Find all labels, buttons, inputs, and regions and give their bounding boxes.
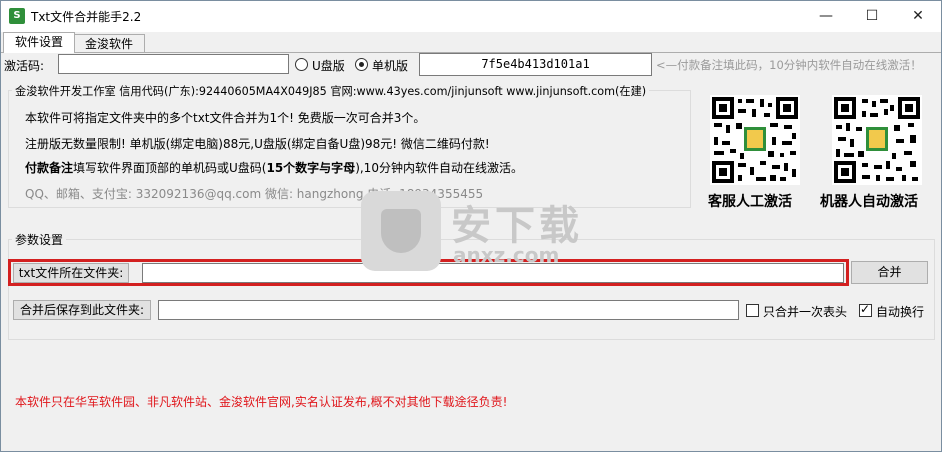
machine-radio-label: 单机版 <box>372 59 409 73</box>
window-title: Txt文件合并能手2.2 <box>31 10 142 24</box>
tab-strip: 软件设置 金浚软件 <box>1 32 941 53</box>
machine-radio[interactable] <box>355 58 368 71</box>
tab-software-settings[interactable]: 软件设置 <box>3 32 75 53</box>
merge-button[interactable]: 合并 <box>851 261 928 284</box>
distribution-notice: 本软件只在华军软件园、非凡软件站、金浚软件官网,实名认证发布,概不对其他下载途径… <box>15 395 508 409</box>
save-folder-button[interactable]: 合并后保存到此文件夹: <box>13 300 151 320</box>
studio-info-title: 金浚软件开发工作室 信用代码(广东):92440605MA4X049J85 官网… <box>12 83 650 99</box>
minimize-button[interactable]: — <box>803 1 849 32</box>
robot-activation-caption: 机器人自动激活 <box>820 194 918 210</box>
merge-header-once-checkbox[interactable] <box>746 304 759 317</box>
app-logo-icon: S <box>9 8 25 24</box>
params-group-title: 参数设置 <box>12 231 67 248</box>
info-line-1: 本软件可将指定文件夹中的多个txt文件合并为1个! 免费版一次可合并3个。 <box>25 111 426 125</box>
settings-panel: 激活码: U盘版 单机版 7f5e4b413d101a1 <—付款备注填此码，1… <box>1 52 941 451</box>
info-line-3-text: 填写软件界面顶部的单机码或U盘码( <box>73 161 267 175</box>
activation-code-input[interactable] <box>58 54 289 74</box>
close-button[interactable]: ✕ <box>895 1 941 32</box>
app-window: S Txt文件合并能手2.2 — ☐ ✕ 软件设置 金浚软件 激活码: U盘版 … <box>0 0 942 452</box>
auto-wrap-checkbox[interactable] <box>859 302 872 317</box>
info-line-3: 付款备注填写软件界面顶部的单机码或U盘码(15个数字与字母),10分钟内软件自动… <box>25 159 523 176</box>
activation-hint: <—付款备注填此码，10分钟内软件自动在线激活！ <box>656 58 922 72</box>
customer-service-caption: 客服人工激活 <box>708 194 792 210</box>
watermark-subtext: anxz.com <box>453 243 560 267</box>
info-line-3-bold2: 15个数字与字母 <box>266 161 356 175</box>
save-folder-input[interactable] <box>158 300 739 320</box>
watermark-shield-icon <box>361 191 441 271</box>
udisk-radio[interactable] <box>295 58 308 71</box>
info-line-2: 注册版无数量限制! 单机版(绑定电脑)88元,U盘版(绑定自备U盘)98元! 微… <box>25 137 490 151</box>
maximize-button[interactable]: ☐ <box>849 1 895 32</box>
info-line-3-end: ),10分钟内软件自动在线激活。 <box>355 161 523 175</box>
robot-activation-qr-code <box>832 95 922 185</box>
tab-jinjun-software[interactable]: 金浚软件 <box>73 34 145 53</box>
info-line-3-bold: 付款备注 <box>25 161 74 175</box>
auto-wrap-label: 自动换行 <box>876 305 925 319</box>
machine-code-field[interactable]: 7f5e4b413d101a1 <box>419 53 652 76</box>
customer-service-qr-code <box>710 95 800 185</box>
merge-header-once-label: 只合并一次表头 <box>763 305 848 319</box>
udisk-radio-label: U盘版 <box>312 59 345 73</box>
activation-code-label: 激活码: <box>4 59 45 73</box>
title-bar: S Txt文件合并能手2.2 — ☐ ✕ <box>1 1 941 32</box>
